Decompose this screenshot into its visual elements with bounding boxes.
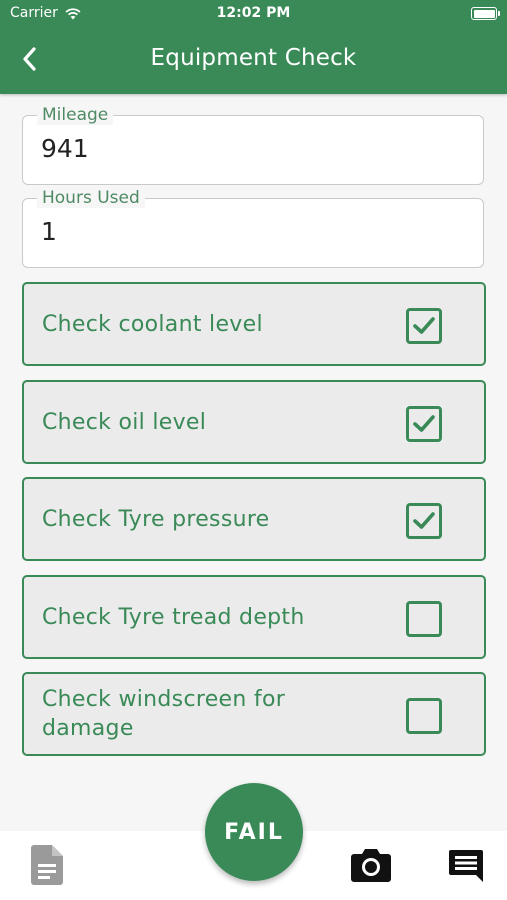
checkbox[interactable] [406, 698, 442, 734]
comment-icon [449, 850, 483, 882]
checkbox[interactable] [406, 406, 442, 442]
check-item-windscreen[interactable]: Check windscreen for damage [22, 672, 486, 756]
mileage-label: Mileage [37, 105, 114, 125]
document-button[interactable] [27, 843, 67, 887]
nav-bar: Equipment Check [0, 30, 507, 90]
checkmark-icon [413, 512, 435, 529]
battery-icon [471, 7, 500, 20]
checkbox[interactable] [406, 601, 442, 637]
comment-button[interactable] [446, 847, 486, 885]
check-label: Check coolant level [42, 311, 263, 337]
check-item-tyre-pressure[interactable]: Check Tyre pressure [22, 477, 486, 561]
check-label: Check oil level [42, 409, 207, 435]
check-label: Check windscreen for damage [42, 687, 286, 741]
check-item-coolant[interactable]: Check coolant level [22, 282, 486, 366]
checkmark-icon [413, 317, 435, 334]
mileage-field[interactable]: Mileage 941 [22, 105, 484, 185]
checkbox[interactable] [406, 503, 442, 539]
check-item-tyre-tread[interactable]: Check Tyre tread depth [22, 575, 486, 659]
checkbox[interactable] [406, 308, 442, 344]
app-header: Carrier 12:02 PM Equipment Check [0, 0, 507, 94]
check-label: Check Tyre tread depth [42, 604, 305, 630]
page-title: Equipment Check [150, 45, 357, 71]
mileage-value[interactable]: 941 [41, 134, 89, 163]
hours-used-label: Hours Used [37, 188, 145, 208]
status-bar: Carrier 12:02 PM [0, 0, 507, 28]
document-icon [31, 845, 63, 885]
camera-button[interactable] [349, 845, 393, 885]
hours-used-field[interactable]: Hours Used 1 [22, 188, 484, 268]
hours-used-value[interactable]: 1 [41, 217, 57, 246]
check-item-oil[interactable]: Check oil level [22, 380, 486, 464]
check-label: Check Tyre pressure [42, 506, 270, 532]
camera-icon [351, 849, 391, 882]
checkmark-icon [413, 415, 435, 432]
status-time: 12:02 PM [216, 5, 291, 21]
fail-button[interactable]: FAIL [205, 783, 303, 881]
